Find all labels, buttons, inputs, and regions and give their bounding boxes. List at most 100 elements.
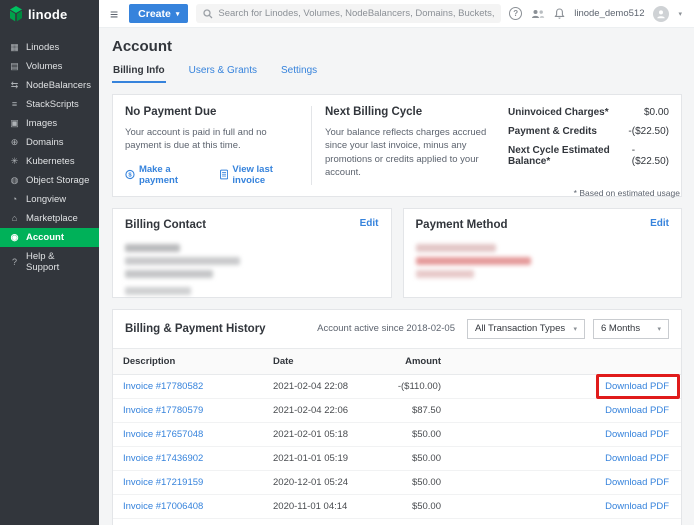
download-pdf-annotation: Download PDF bbox=[605, 453, 669, 464]
main-content: Account Billing Info Users & Grants Sett… bbox=[99, 28, 694, 525]
sidebar-item-object-storage[interactable]: ◍ Object Storage bbox=[0, 171, 99, 190]
invoice-date: 2020-10-01 04:36 bbox=[263, 518, 371, 525]
no-payment-panel: No Payment Due Your account is paid in f… bbox=[125, 105, 311, 186]
column-amount[interactable]: Amount bbox=[371, 348, 451, 374]
invoice-cell: Invoice #17780582 bbox=[113, 374, 263, 398]
invoice-link[interactable]: Invoice #17780582 bbox=[123, 381, 203, 392]
marketplace-icon: ⌂ bbox=[9, 213, 20, 224]
sidebar-item-nodebalancers[interactable]: ⇆ NodeBalancers bbox=[0, 76, 99, 95]
invoice-amount: $50.00 bbox=[371, 446, 451, 470]
estimate-footnote: * Based on estimated usage bbox=[574, 188, 680, 198]
edit-payment-method-link[interactable]: Edit bbox=[650, 218, 669, 229]
invoice-document-icon bbox=[220, 169, 228, 180]
account-icon: ◉ bbox=[9, 232, 20, 243]
sidebar-item-label: Images bbox=[26, 118, 57, 129]
invoice-link[interactable]: Invoice #17006408 bbox=[123, 501, 203, 512]
download-pdf-link[interactable]: Download PDF bbox=[605, 381, 669, 392]
make-payment-link[interactable]: $ Make a payment bbox=[125, 164, 205, 186]
tab-billing-info[interactable]: Billing Info bbox=[112, 62, 166, 83]
download-pdf-annotation: Download PDF bbox=[605, 429, 669, 440]
download-pdf-link[interactable]: Download PDF bbox=[605, 501, 669, 512]
nodebalancers-icon: ⇆ bbox=[9, 80, 20, 91]
images-icon: ▣ bbox=[9, 118, 20, 129]
sidebar-item-images[interactable]: ▣ Images bbox=[0, 114, 99, 133]
sidebar-item-label: Object Storage bbox=[26, 175, 89, 186]
download-cell: Download PDF bbox=[451, 494, 681, 518]
account-active-since: Account active since 2018-02-05 bbox=[317, 323, 455, 334]
invoice-amount: $87.50 bbox=[371, 398, 451, 422]
tab-users-grants[interactable]: Users & Grants bbox=[188, 62, 258, 83]
stackscripts-icon: ≡ bbox=[9, 99, 20, 110]
sidebar-item-account[interactable]: ◉ Account bbox=[0, 228, 99, 247]
sidebar-item-stackscripts[interactable]: ≡ StackScripts bbox=[0, 95, 99, 114]
view-last-invoice-link[interactable]: View last invoice bbox=[220, 164, 301, 186]
invoice-link[interactable]: Invoice #17657048 bbox=[123, 429, 203, 440]
sidebar-item-label: Linodes bbox=[26, 42, 59, 53]
community-button[interactable] bbox=[531, 9, 545, 19]
menu-icon[interactable]: ≡ bbox=[107, 6, 121, 22]
global-search[interactable] bbox=[196, 4, 501, 23]
sidebar-item-domains[interactable]: ⊕ Domains bbox=[0, 133, 99, 152]
redacted-contact-line bbox=[125, 270, 213, 278]
avatar-icon bbox=[656, 9, 666, 19]
invoice-cell: Invoice #16796315 bbox=[113, 518, 263, 525]
sidebar-item-volumes[interactable]: ▤ Volumes bbox=[0, 57, 99, 76]
topbar: ≡ Create ▾ ? bbox=[99, 0, 694, 28]
search-input[interactable] bbox=[218, 8, 494, 19]
sidebar-item-marketplace[interactable]: ⌂ Marketplace bbox=[0, 209, 99, 228]
chevron-down-icon[interactable]: ▾ bbox=[678, 10, 682, 18]
redacted-payment-line bbox=[416, 244, 496, 252]
view-last-invoice-label: View last invoice bbox=[232, 164, 301, 186]
date-range-select[interactable]: 6 Months ▾ bbox=[593, 319, 669, 339]
payment-coin-icon: $ bbox=[125, 169, 135, 180]
download-pdf-link[interactable]: Download PDF bbox=[605, 405, 669, 416]
sidebar-item-linodes[interactable]: ▦ Linodes bbox=[0, 38, 99, 57]
column-description[interactable]: Description bbox=[113, 348, 263, 374]
sidebar-item-longview[interactable]: ◔ Longview bbox=[0, 190, 99, 209]
notifications-button[interactable] bbox=[554, 8, 565, 20]
redacted-payment-line bbox=[416, 257, 531, 265]
help-icon: ? bbox=[509, 7, 522, 20]
download-pdf-annotation: Download PDF bbox=[605, 405, 669, 416]
sidebar-item-label: NodeBalancers bbox=[26, 80, 91, 91]
invoice-amount: $50.00 bbox=[371, 518, 451, 525]
username[interactable]: linode_demo512 bbox=[574, 8, 644, 19]
download-cell: Download PDF bbox=[451, 422, 681, 446]
download-cell: Download PDF bbox=[451, 518, 681, 525]
download-cell: Download PDF bbox=[451, 398, 681, 422]
sidebar-item-help-support[interactable]: ? Help & Support bbox=[0, 247, 99, 277]
avatar[interactable] bbox=[653, 6, 669, 22]
billing-history-table: Description Date Amount Invoice #1778058… bbox=[113, 348, 681, 525]
sidebar-item-kubernetes[interactable]: ✳ Kubernetes bbox=[0, 152, 99, 171]
billing-contact-card: Billing Contact Edit bbox=[112, 208, 392, 298]
invoice-link[interactable]: Invoice #17436902 bbox=[123, 453, 203, 464]
download-pdf-link[interactable]: Download PDF bbox=[605, 429, 669, 440]
help-button[interactable]: ? bbox=[509, 7, 522, 20]
invoice-link[interactable]: Invoice #17219159 bbox=[123, 477, 203, 488]
next-billing-cycle-panel: Next Billing Cycle Your balance reflects… bbox=[312, 105, 500, 186]
redacted-contact-line bbox=[125, 257, 240, 265]
edit-billing-contact-link[interactable]: Edit bbox=[360, 218, 379, 229]
sidebar-item-label: Account bbox=[26, 232, 64, 243]
transaction-type-select[interactable]: All Transaction Types ▾ bbox=[467, 319, 585, 339]
download-pdf-link[interactable]: Download PDF bbox=[605, 453, 669, 464]
linodes-icon: ▦ bbox=[9, 42, 20, 53]
invoice-cell: Invoice #17219159 bbox=[113, 470, 263, 494]
table-row: Invoice #16796315 2020-10-01 04:36 $50.0… bbox=[113, 518, 681, 525]
invoice-link[interactable]: Invoice #17780579 bbox=[123, 405, 203, 416]
topbar-right: ? linode_demo512 bbox=[509, 6, 682, 22]
column-date[interactable]: Date bbox=[263, 348, 371, 374]
sidebar-nav: ▦ Linodes ▤ Volumes ⇆ NodeBalancers ≡ St… bbox=[0, 38, 99, 277]
longview-icon: ◔ bbox=[9, 194, 20, 205]
no-payment-body: Your account is paid in full and no paym… bbox=[125, 126, 301, 153]
tab-settings[interactable]: Settings bbox=[280, 62, 318, 83]
figure-label: Payment & Credits bbox=[508, 126, 597, 137]
download-pdf-link[interactable]: Download PDF bbox=[605, 477, 669, 488]
create-button-label: Create bbox=[138, 8, 171, 20]
download-pdf-annotation: Download PDF bbox=[605, 381, 669, 392]
linode-logo[interactable]: linode bbox=[0, 0, 99, 30]
create-button[interactable]: Create ▾ bbox=[129, 4, 188, 23]
redacted-payment-line bbox=[416, 270, 474, 278]
sidebar-item-label: Domains bbox=[26, 137, 64, 148]
figure-label: Next Cycle Estimated Balance* bbox=[508, 145, 632, 167]
